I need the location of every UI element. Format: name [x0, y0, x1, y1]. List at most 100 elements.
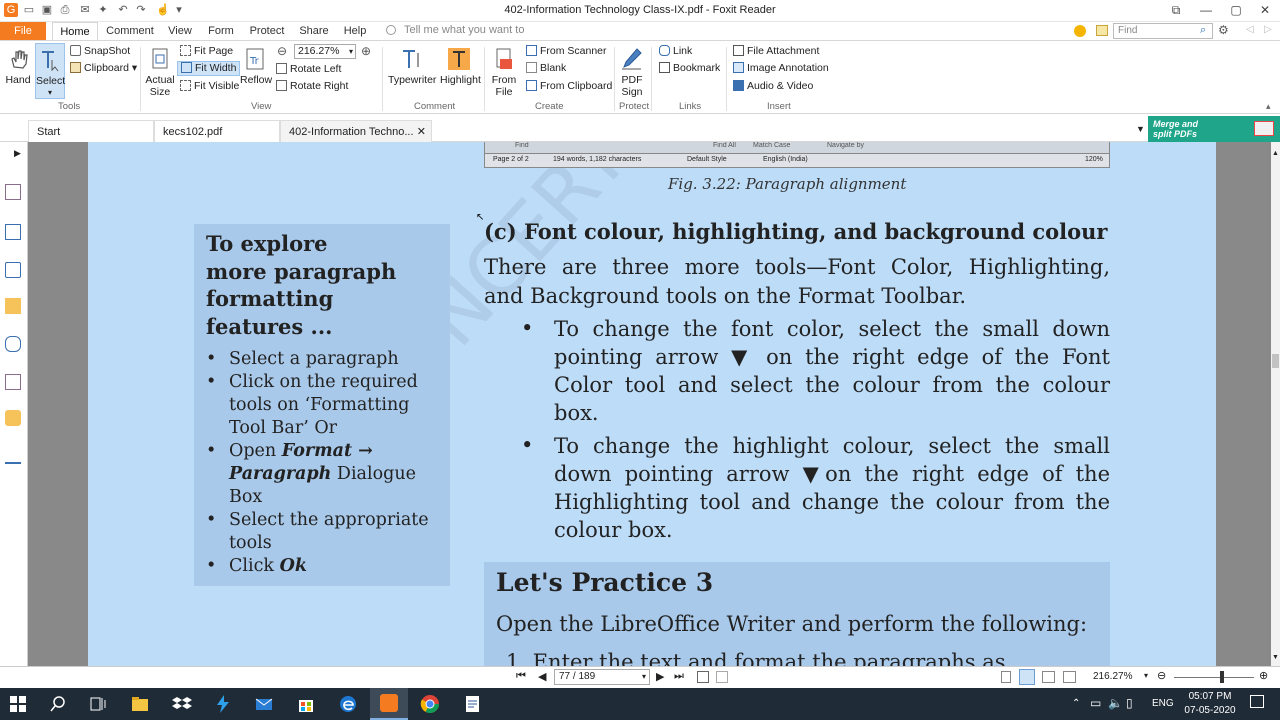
input-language[interactable]: ENG [1152, 698, 1174, 709]
document-view[interactable]: © NCERT not to be republished Find Find … [28, 142, 1271, 666]
zoom-out-icon[interactable]: ⊖ [277, 44, 287, 58]
highlight-button[interactable]: Highlight [440, 47, 481, 86]
smiley-icon[interactable] [1074, 25, 1086, 37]
first-page-icon[interactable]: ⏮ [516, 670, 526, 683]
find-input[interactable]: Find [1113, 23, 1213, 39]
single-page-icon[interactable] [1001, 671, 1011, 683]
zoom-slider-thumb[interactable] [1220, 671, 1224, 683]
from-scanner-button[interactable]: From Scanner [526, 45, 607, 57]
close-tab-icon[interactable]: ✕ [417, 121, 426, 143]
pdf-sign-button[interactable]: PDF Sign [618, 47, 646, 98]
tab-form[interactable]: Form [204, 22, 238, 40]
tab-current-document[interactable]: 402-Information Techno... ✕ [280, 120, 432, 142]
tab-help[interactable]: Help [340, 22, 370, 40]
windows-start-icon[interactable] [8, 694, 28, 714]
zoom-out-icon[interactable]: ⊖ [1157, 669, 1166, 682]
rotate-right-button[interactable]: Rotate Right [276, 80, 348, 92]
folder-icon[interactable] [1096, 25, 1108, 36]
edge-icon[interactable] [338, 694, 358, 714]
typewriter-button[interactable]: Typewriter [388, 47, 436, 86]
tray-chevron-icon[interactable]: ⌃ [1072, 698, 1080, 709]
word-doc-icon[interactable] [462, 694, 482, 714]
facing-page-icon[interactable] [1042, 671, 1055, 683]
notifications-icon[interactable] [1250, 695, 1264, 708]
from-clipboard-button[interactable]: From Clipboard [526, 80, 612, 92]
dropbox-icon[interactable] [172, 694, 192, 714]
tab-share[interactable]: Share [296, 22, 332, 40]
zoom-chevron-icon[interactable]: ▾ [1144, 671, 1148, 680]
collapse-ribbon-icon[interactable]: ▴ [1266, 101, 1271, 112]
select-button[interactable]: Select ▾ [35, 43, 65, 99]
zoom-in-icon[interactable]: ⊕ [1259, 669, 1268, 682]
network-icon[interactable]: ▭ [1090, 696, 1101, 710]
image-annotation-button[interactable]: Image Annotation [733, 62, 829, 74]
link-button[interactable]: Link [659, 45, 692, 57]
search-icon[interactable] [48, 694, 68, 714]
merge-split-ad[interactable]: Merge and split PDFs [1148, 116, 1280, 142]
view-toggle-icon[interactable] [716, 671, 728, 683]
select-chevron-icon[interactable]: ▾ [36, 87, 64, 99]
chrome-icon[interactable] [420, 694, 440, 714]
continuous-facing-icon[interactable] [1063, 671, 1076, 683]
file-explorer-icon[interactable] [130, 694, 150, 714]
tab-comment[interactable]: Comment [104, 22, 156, 40]
expand-panel-icon[interactable]: ▶ [14, 148, 21, 159]
fit-page-button[interactable]: Fit Page [180, 45, 233, 57]
battery-icon[interactable]: ▯ [1126, 696, 1133, 710]
mail-icon[interactable] [254, 694, 274, 714]
security-lock-icon[interactable] [5, 410, 21, 426]
reflow-button[interactable]: Tr Reflow [240, 47, 272, 86]
volume-icon[interactable]: 🔈 [1108, 696, 1123, 710]
bookmark-button[interactable]: Bookmark [659, 62, 720, 74]
actual-size-button[interactable]: Actual Size [144, 47, 176, 98]
scroll-up-icon[interactable]: ▲ [1272, 150, 1279, 157]
zoom-level[interactable]: 216.27% [1093, 671, 1132, 682]
snapshot-button[interactable]: SnapShot [70, 45, 130, 57]
content-panel-icon[interactable] [5, 448, 21, 464]
close-button[interactable]: ✕ [1255, 2, 1275, 18]
scroll-down-icon[interactable]: ▼ [1272, 654, 1279, 661]
clipboard-button[interactable]: Clipboard ▾ [70, 62, 137, 74]
next-arrow-icon[interactable]: ▷ [1264, 24, 1272, 35]
continuous-page-icon[interactable] [1019, 669, 1035, 685]
clock[interactable]: 05:07 PM 07-05-2020 [1180, 690, 1240, 718]
tab-home[interactable]: Home [52, 22, 98, 40]
restore-icon[interactable]: ⧉ [1166, 2, 1186, 18]
tab-protect[interactable]: Protect [246, 22, 288, 40]
page-number-field[interactable]: 77 / 189 ▾ [554, 669, 650, 685]
foxit-taskbar-button[interactable] [370, 688, 408, 720]
signatures-panel-icon[interactable] [5, 374, 21, 390]
zoom-select[interactable]: 216.27% ▾ [294, 44, 356, 59]
tab-list-chevron-icon[interactable]: ▼ [1136, 124, 1145, 134]
tab-view[interactable]: View [164, 22, 196, 40]
blank-button[interactable]: Blank [526, 62, 566, 74]
zoom-in-icon[interactable]: ⊕ [361, 44, 371, 58]
fit-visible-button[interactable]: Fit Visible [180, 80, 239, 92]
minimize-button[interactable]: — [1196, 2, 1216, 18]
previous-page-icon[interactable]: ◀ [538, 670, 546, 683]
maximize-button[interactable]: ▢ [1226, 2, 1246, 18]
next-page-icon[interactable]: ▶ [656, 670, 664, 683]
from-file-button[interactable]: From File [488, 47, 520, 98]
app-bolt-icon[interactable] [213, 694, 233, 714]
store-icon[interactable] [296, 694, 316, 714]
comments-panel-icon[interactable] [5, 298, 21, 314]
last-page-icon[interactable]: ⏭ [674, 670, 684, 683]
rotate-left-button[interactable]: Rotate Left [276, 63, 341, 75]
fit-width-button[interactable]: Fit Width [177, 61, 241, 76]
pages-panel-icon[interactable] [5, 224, 21, 240]
audio-video-button[interactable]: Audio & Video [733, 80, 813, 92]
scroll-thumb[interactable] [1272, 354, 1279, 368]
layers-panel-icon[interactable] [5, 262, 21, 278]
tell-me-input[interactable]: Tell me what you want to [404, 24, 524, 36]
search-icon[interactable]: ⌕ [1200, 24, 1206, 37]
vertical-scrollbar[interactable]: ▲ ▼ [1271, 142, 1280, 666]
gear-icon[interactable]: ⚙ [1218, 23, 1229, 37]
file-menu[interactable]: File [0, 22, 46, 40]
attachments-panel-icon[interactable] [5, 336, 21, 352]
bookmarks-panel-icon[interactable] [5, 184, 21, 200]
view-toggle-icon[interactable] [697, 671, 709, 683]
task-view-icon[interactable] [88, 694, 108, 714]
tab-start[interactable]: Start [28, 120, 154, 142]
file-attachment-button[interactable]: File Attachment [733, 45, 819, 57]
